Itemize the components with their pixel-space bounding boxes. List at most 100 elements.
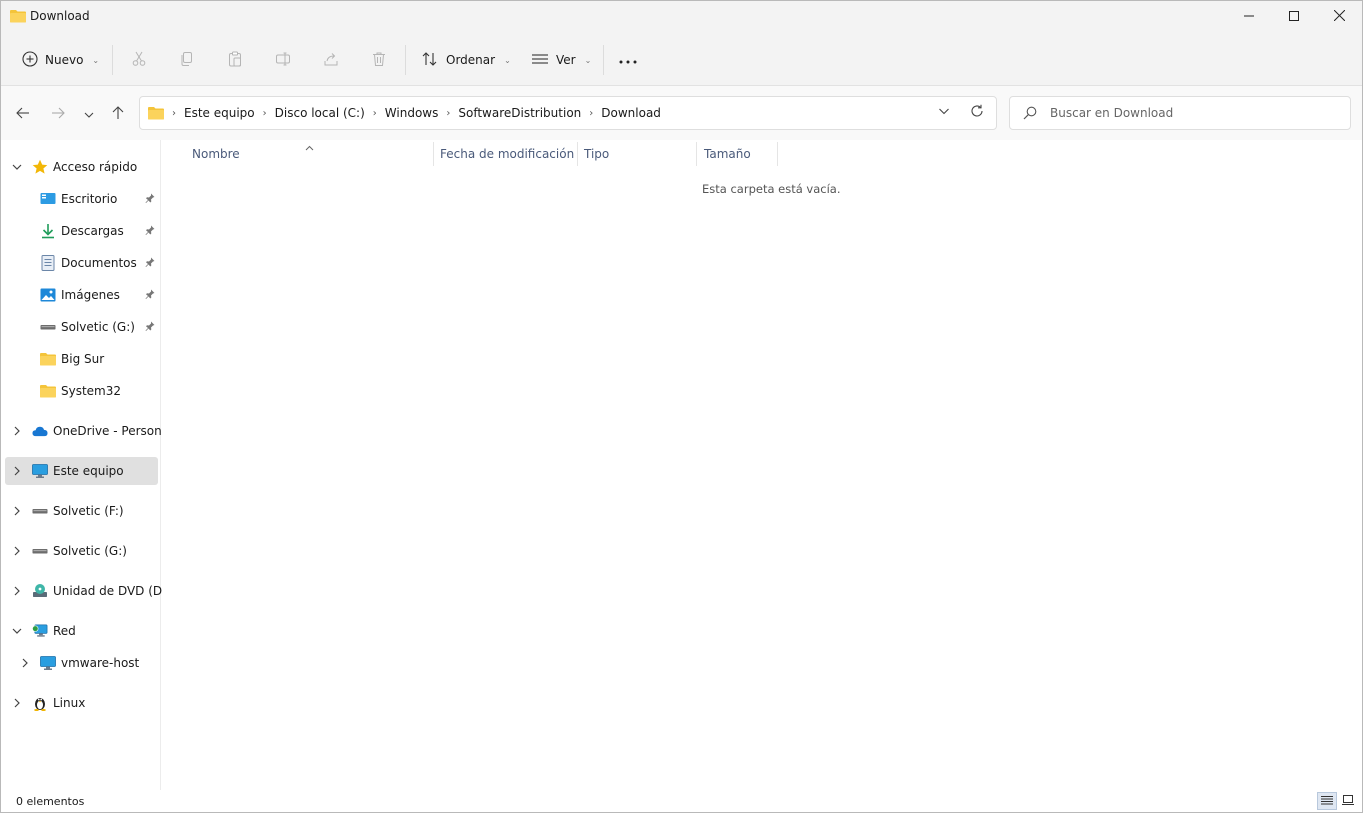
close-icon [1333, 9, 1345, 24]
delete-button[interactable] [362, 45, 396, 75]
sidebar-item-label: System32 [61, 384, 122, 398]
breadcrumb-separator-icon[interactable]: › [442, 108, 454, 119]
chevron-right-icon[interactable] [19, 657, 31, 669]
sidebar-item-dvd-drive[interactable]: Unidad de DVD (D:) [5, 577, 171, 605]
column-divider[interactable] [433, 142, 434, 166]
breadcrumb-item-download[interactable]: Download [597, 106, 665, 120]
minimize-button[interactable] [1226, 1, 1272, 33]
chevron-right-icon[interactable] [11, 465, 23, 477]
minimize-icon [1244, 10, 1254, 24]
column-divider[interactable] [577, 142, 578, 166]
dvd-drive-icon [32, 583, 48, 599]
view-button[interactable]: Ver ⌄ [524, 45, 598, 75]
column-header-type[interactable]: Tipo [584, 140, 696, 168]
chevron-right-icon[interactable] [11, 425, 23, 437]
column-divider[interactable] [696, 142, 697, 166]
file-list-pane: Nombre Fecha de modificación Tipo Tamaño… [162, 140, 1362, 790]
details-view-button[interactable] [1317, 792, 1337, 810]
close-button[interactable] [1316, 1, 1362, 33]
window-title: Download [30, 9, 90, 23]
rename-button[interactable] [266, 45, 300, 75]
folder-icon [10, 9, 26, 26]
details-view-icon [1321, 794, 1333, 808]
breadcrumb-separator-icon: › [172, 107, 176, 119]
pin-icon[interactable] [145, 257, 155, 271]
star-icon [32, 159, 48, 175]
sidebar-item-system32[interactable]: System32 [5, 377, 158, 405]
sidebar-item-label: Escritorio [61, 192, 118, 206]
sidebar-item-quick-access[interactable]: Acceso rápido [5, 153, 158, 181]
refresh-icon[interactable] [970, 104, 984, 121]
sidebar-item-linux[interactable]: Linux [5, 689, 158, 717]
chevron-right-icon[interactable] [11, 697, 23, 709]
sort-button[interactable]: Ordenar ⌄ [414, 45, 518, 75]
sidebar-item-imagenes[interactable]: Imágenes [5, 281, 158, 309]
breadcrumb-item-softwaredistribution[interactable]: SoftwareDistribution [454, 106, 585, 120]
sidebar-item-label: Red [53, 624, 76, 638]
breadcrumb-item-windows[interactable]: Windows [381, 106, 443, 120]
sidebar-item-onedrive[interactable]: OneDrive - Personal [5, 417, 172, 445]
pin-icon[interactable] [145, 193, 155, 207]
search-box[interactable] [1009, 96, 1351, 130]
large-icons-view-button[interactable] [1338, 792, 1358, 810]
drive-icon [32, 543, 48, 559]
breadcrumb-item-este-equipo[interactable]: Este equipo [180, 106, 259, 120]
search-input[interactable] [1050, 104, 1340, 122]
maximize-button[interactable] [1271, 1, 1317, 33]
share-button[interactable] [314, 45, 348, 75]
cut-button[interactable] [122, 45, 156, 75]
arrow-right-icon [51, 106, 65, 123]
sidebar-item-label: Descargas [61, 224, 124, 238]
sidebar-item-solvetic-g-pinned[interactable]: Solvetic (G:) [5, 313, 158, 341]
pin-icon[interactable] [145, 321, 155, 335]
sidebar-item-label: vmware-host [61, 656, 140, 670]
sidebar-item-label: Documentos [61, 256, 137, 270]
more-options-button[interactable] [611, 45, 645, 75]
column-header-size[interactable]: Tamaño [704, 140, 776, 168]
address-history-chevron-icon[interactable] [938, 105, 950, 120]
sidebar-item-este-equipo[interactable]: Este equipo [5, 457, 158, 485]
folder-icon [40, 383, 56, 399]
sidebar-item-documentos[interactable]: Documentos [5, 249, 158, 277]
sidebar-item-label: OneDrive - Personal [53, 424, 173, 438]
sidebar-item-label: Solvetic (G:) [53, 544, 127, 558]
sidebar-item-escritorio[interactable]: Escritorio [5, 185, 158, 213]
computer-icon [40, 655, 56, 671]
chevron-right-icon[interactable] [11, 585, 23, 597]
sidebar-item-solvetic-f[interactable]: Solvetic (F:) [5, 497, 158, 525]
chevron-down-icon[interactable] [11, 161, 23, 173]
sidebar-item-red[interactable]: Red [5, 617, 158, 645]
chevron-down-icon [84, 107, 94, 121]
up-button[interactable] [106, 102, 130, 126]
rename-icon [275, 51, 291, 70]
copy-button[interactable] [170, 45, 204, 75]
breadcrumb-separator-icon[interactable]: › [259, 108, 271, 119]
pin-icon[interactable] [145, 289, 155, 303]
chevron-down-icon: ⌄ [92, 55, 100, 65]
recent-locations-button[interactable] [77, 102, 101, 126]
pin-icon[interactable] [145, 225, 155, 239]
chevron-right-icon[interactable] [11, 545, 23, 557]
back-button[interactable] [11, 102, 35, 126]
column-header-modified[interactable]: Fecha de modificación [440, 140, 576, 168]
drive-icon [32, 503, 48, 519]
toolbar-divider [112, 45, 113, 75]
navigation-pane: Acceso rápido Escritorio Descargas Docum… [1, 140, 172, 790]
paste-button[interactable] [218, 45, 252, 75]
breadcrumb-item-disco-local[interactable]: Disco local (C:) [271, 106, 369, 120]
sidebar-item-vmware-host[interactable]: vmware-host [5, 649, 158, 677]
forward-button[interactable] [46, 102, 70, 126]
toolbar-divider [603, 45, 604, 75]
sidebar-item-solvetic-g[interactable]: Solvetic (G:) [5, 537, 158, 565]
chevron-right-icon[interactable] [11, 505, 23, 517]
chevron-down-icon[interactable] [11, 625, 23, 637]
breadcrumb-separator-icon[interactable]: › [369, 108, 381, 119]
column-divider[interactable] [777, 142, 778, 166]
new-button[interactable]: Nuevo ⌄ [15, 45, 106, 75]
address-bar[interactable]: › Este equipo › Disco local (C:) › Windo… [139, 96, 997, 130]
folder-icon [148, 106, 164, 120]
sidebar-item-big-sur[interactable]: Big Sur [5, 345, 158, 373]
breadcrumb-separator-icon[interactable]: › [585, 108, 597, 119]
column-header-label: Tamaño [704, 147, 751, 161]
sidebar-item-descargas[interactable]: Descargas [5, 217, 158, 245]
